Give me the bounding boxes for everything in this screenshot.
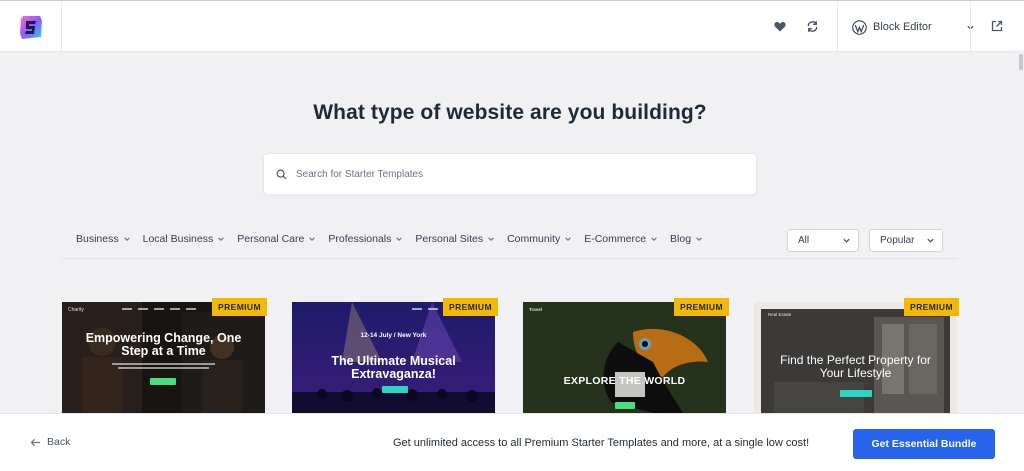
- starter-templates-logo-icon: [19, 15, 42, 39]
- search-box[interactable]: [263, 153, 757, 195]
- wordpress-icon: [852, 19, 867, 35]
- premium-badge: PREMIUM: [212, 298, 267, 316]
- category-blog[interactable]: Blog: [670, 233, 703, 245]
- back-label: Back: [47, 436, 71, 448]
- external-link-icon[interactable]: [986, 15, 1008, 37]
- chevron-down-icon: [123, 237, 130, 241]
- category-personal-care[interactable]: Personal Care: [237, 233, 316, 245]
- card-headline: The Ultimate Musical Extravaganza!: [331, 354, 456, 381]
- chevron-down-icon: [218, 237, 225, 241]
- card-brand: Real Estate: [768, 312, 792, 317]
- back-button[interactable]: Back: [30, 436, 70, 448]
- template-card-music[interactable]: 12-14 July / New York The Ultimate Music…: [292, 302, 495, 413]
- type-filter-value: All: [798, 235, 810, 246]
- page-title: What type of website are you building?: [313, 101, 707, 124]
- template-card-travel[interactable]: Travel EXPLORE THE WORLD: [523, 302, 726, 413]
- promo-text: Get unlimited access to all Premium Star…: [393, 437, 810, 449]
- chevron-down-icon: [396, 237, 403, 241]
- card-headline: EXPLORE THE WORLD: [563, 375, 686, 387]
- category-professionals[interactable]: Professionals: [328, 233, 403, 245]
- category-personal-sites[interactable]: Personal Sites: [415, 233, 495, 245]
- card-headline: Empowering Change, One Step at a Time: [85, 331, 242, 358]
- card-headline: Find the Perfect Property for Your Lifes…: [780, 353, 931, 380]
- category-e-commerce[interactable]: E-Commerce: [584, 233, 658, 245]
- chevron-down-icon: [309, 237, 316, 241]
- chevron-down-icon: [565, 237, 571, 241]
- get-essential-bundle-button[interactable]: Get Essential Bundle: [853, 429, 995, 459]
- chevron-down-icon: [488, 237, 494, 241]
- header-divider: [970, 1, 971, 52]
- card-brand: Charity: [68, 307, 84, 313]
- premium-badge: PREMIUM: [674, 298, 729, 316]
- type-filter-select[interactable]: All: [787, 229, 859, 252]
- template-card-charity[interactable]: Charity Empowering Change, One Step at a…: [62, 302, 265, 413]
- category-local-business[interactable]: Local Business: [143, 233, 226, 245]
- sort-select[interactable]: Popular: [869, 229, 943, 252]
- card-kicker: 12-14 July / New York: [360, 332, 427, 339]
- category-filters: Business Local Business Personal Care Pr…: [76, 233, 715, 245]
- search-icon: [276, 169, 287, 180]
- chevron-down-icon: [843, 238, 850, 243]
- card-brand: Travel: [529, 307, 543, 312]
- template-preview-image: [523, 302, 726, 413]
- chevron-down-icon: [927, 238, 934, 243]
- sync-icon[interactable]: [801, 15, 823, 37]
- search-input[interactable]: [296, 168, 716, 180]
- chevron-down-icon: [651, 237, 657, 241]
- category-community[interactable]: Community: [507, 233, 572, 245]
- editor-label: Block Editor: [873, 21, 932, 33]
- editor-selector[interactable]: Block Editor: [852, 15, 975, 39]
- heart-icon[interactable]: [769, 15, 791, 37]
- category-business[interactable]: Business: [76, 233, 131, 245]
- top-bar: Block Editor: [0, 0, 1024, 52]
- filter-divider: [62, 258, 958, 259]
- premium-badge: PREMIUM: [904, 298, 959, 316]
- template-card-real-estate[interactable]: Real Estate Find the Perfect Property fo…: [754, 302, 957, 413]
- premium-badge: PREMIUM: [443, 298, 498, 316]
- arrow-left-icon: [30, 438, 40, 446]
- chevron-down-icon: [696, 237, 702, 241]
- logo[interactable]: [0, 1, 62, 52]
- header-divider: [837, 1, 838, 52]
- sort-value: Popular: [880, 235, 915, 246]
- bottom-bar: Back Get unlimited access to all Premium…: [0, 413, 1024, 471]
